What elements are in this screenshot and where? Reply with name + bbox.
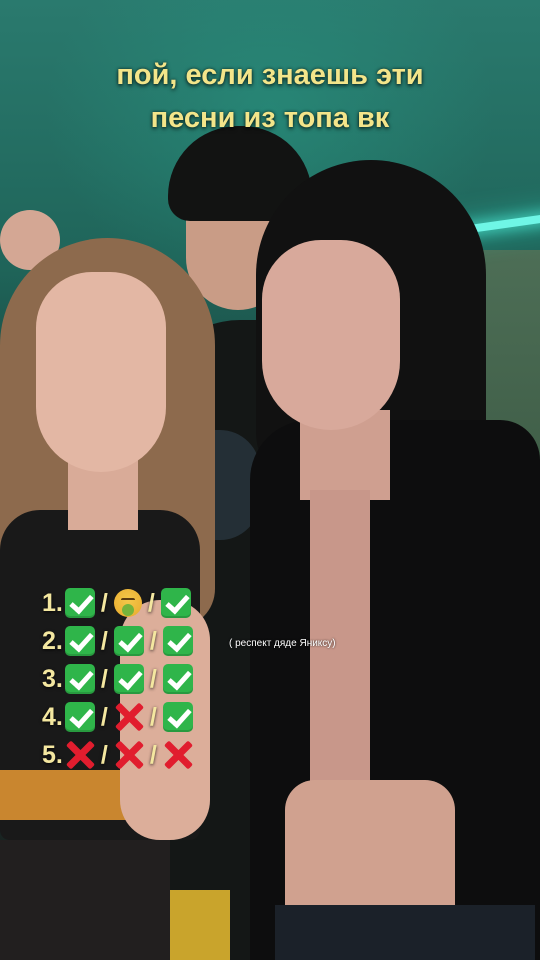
caption-line-2: песни из топа вк	[150, 102, 390, 134]
nauseated-face-icon	[113, 589, 142, 617]
separator-slash: /	[149, 664, 157, 693]
left-person-legs	[0, 840, 170, 960]
score-row: 1. / /	[42, 584, 191, 622]
check-icon	[113, 626, 144, 656]
cross-mark-icon	[163, 740, 193, 770]
video-frame[interactable]	[0, 0, 540, 960]
row-number: 3.	[42, 664, 63, 693]
score-row: 5. / /	[42, 736, 193, 774]
row-number: 2.	[42, 626, 63, 655]
cross-mark-icon	[114, 702, 144, 732]
check-icon	[162, 626, 193, 656]
row-number: 4.	[42, 702, 63, 731]
right-person-pants	[275, 905, 535, 960]
check-icon	[64, 588, 95, 618]
separator-slash: /	[100, 588, 108, 617]
video-caption: пой, если знаешь эти песни из топа вк	[0, 54, 540, 140]
separator-slash: /	[100, 626, 108, 655]
separator-slash: /	[147, 588, 155, 617]
cross-mark-icon	[114, 740, 144, 770]
row-number: 5.	[42, 740, 63, 769]
score-row: 3. / /	[42, 660, 193, 698]
check-icon	[162, 664, 193, 694]
separator-slash: /	[100, 702, 108, 731]
shoutout-note: ( респект дяде Яниксу)	[229, 638, 336, 649]
cross-mark-icon	[65, 740, 95, 770]
check-icon	[162, 702, 193, 732]
score-row: 4. / /	[42, 698, 193, 736]
separator-slash: /	[149, 626, 157, 655]
right-person-face	[262, 240, 400, 430]
row-number: 1.	[42, 588, 63, 617]
separator-slash: /	[100, 740, 108, 769]
separator-slash: /	[100, 664, 108, 693]
check-icon	[64, 664, 95, 694]
check-icon	[113, 664, 144, 694]
separator-slash: /	[149, 702, 157, 731]
check-icon	[160, 588, 191, 618]
check-icon	[64, 626, 95, 656]
caption-line-1: пой, если знаешь эти	[116, 59, 424, 91]
check-icon	[64, 702, 95, 732]
separator-slash: /	[149, 740, 157, 769]
score-row: 2. / /	[42, 622, 193, 660]
left-person-face	[36, 272, 166, 472]
